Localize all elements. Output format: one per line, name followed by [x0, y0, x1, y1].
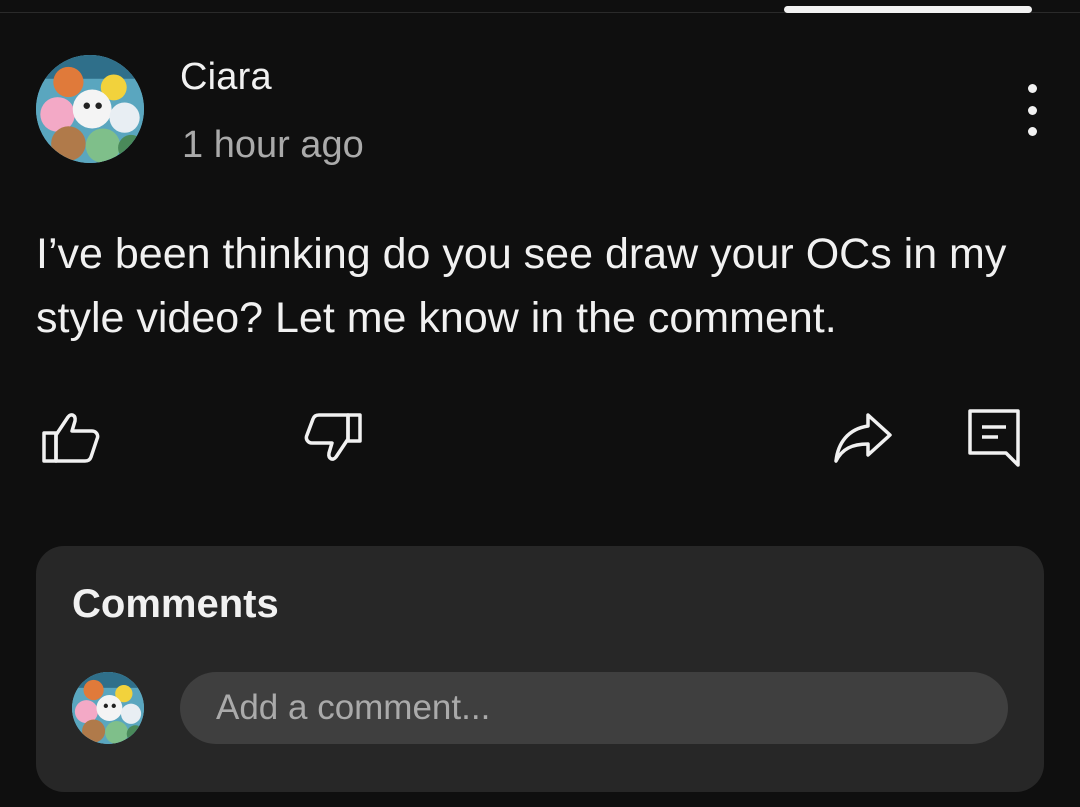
comments-title: Comments — [72, 582, 279, 626]
more-options-dot — [1027, 105, 1037, 115]
comment-icon — [968, 409, 1020, 467]
comment-button[interactable] — [962, 403, 1026, 467]
thumbs-down-icon — [304, 413, 362, 461]
scroll-indicator — [784, 6, 1032, 13]
more-options-button[interactable] — [1010, 80, 1054, 140]
more-options-icon — [1027, 84, 1037, 93]
avatar-image — [72, 672, 144, 744]
community-post-page: Ciara 1 hour ago I’ve been thinking do y… — [0, 0, 1080, 807]
like-button[interactable] — [38, 405, 102, 469]
share-icon — [834, 413, 892, 463]
author-avatar[interactable] — [36, 55, 144, 163]
post-timestamp: 1 hour ago — [182, 124, 364, 166]
post-text: I’ve been thinking do you see draw your … — [36, 230, 1007, 342]
comments-panel[interactable]: Comments — [36, 546, 1044, 792]
share-button[interactable] — [830, 405, 894, 469]
dislike-button[interactable] — [302, 405, 366, 469]
thumbs-up-icon — [42, 413, 100, 463]
more-options-dot — [1027, 127, 1037, 136]
author-name[interactable]: Ciara — [180, 56, 272, 99]
avatar-image — [36, 55, 144, 163]
user-avatar — [72, 672, 144, 744]
add-comment-input[interactable] — [180, 672, 1008, 744]
